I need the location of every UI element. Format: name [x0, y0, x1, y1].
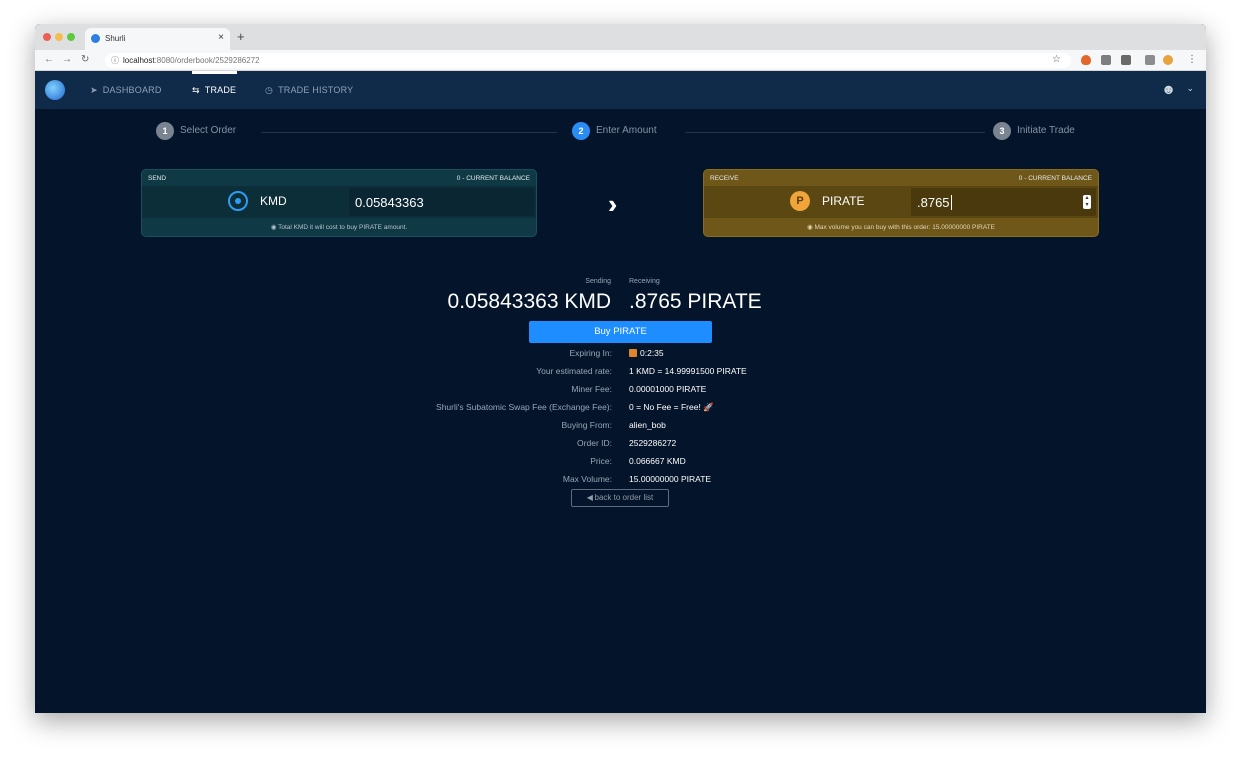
back-icon: ◀: [586, 493, 595, 502]
history-icon: ◷: [265, 85, 274, 95]
detail-key: Miner Fee:: [571, 384, 612, 394]
detail-key: Buying From:: [561, 420, 612, 430]
detail-row: Price: 0.066667 KMD: [35, 456, 1206, 474]
detail-key: Expiring In:: [569, 348, 612, 358]
detail-value: 2529286272: [629, 438, 677, 448]
buy-pirate-button[interactable]: Buy PIRATE: [529, 321, 712, 343]
nav-trade[interactable]: ⇆ TRADE: [192, 85, 236, 96]
browser-tab-bar: Shurli × +: [35, 24, 1206, 50]
detail-key: Max Volume:: [562, 474, 612, 484]
receive-header: RECEIVE: [710, 175, 739, 182]
back-arrow-icon[interactable]: ←: [44, 54, 54, 65]
sending-caption: Sending: [585, 278, 611, 285]
extension-icon[interactable]: [1101, 55, 1111, 65]
detail-key: Price:: [590, 456, 612, 466]
receive-coin-row: P PIRATE .8765 ▴ ▾: [704, 186, 1098, 218]
step-connector: [685, 132, 985, 133]
step-enter-amount: 2 Enter Amount: [572, 122, 657, 140]
send-amount-input[interactable]: 0.05843363: [349, 188, 534, 216]
tab-title: Shurli: [105, 34, 126, 43]
minimize-window-button[interactable]: [55, 33, 63, 41]
detail-value: 0:2:35: [629, 348, 664, 358]
swap-icon: ⇆: [192, 85, 200, 95]
back-to-order-list-button[interactable]: ◀ back to order list: [571, 489, 669, 507]
detail-row: Order ID: 2529286272: [35, 438, 1206, 456]
new-tab-button[interactable]: +: [237, 29, 245, 44]
send-note: ◉ Total KMD it will cost to buy PIRATE a…: [270, 224, 408, 231]
kebab-menu-icon[interactable]: ⋮: [1187, 54, 1197, 65]
app-navbar: ➤ DASHBOARD ⇆ TRADE ◷ TRADE HISTORY ☻ ⌄: [35, 71, 1206, 109]
shurli-favicon-icon: [91, 34, 100, 43]
step-connector: [261, 132, 557, 133]
active-nav-indicator: [192, 71, 237, 74]
detail-value: 0.00001000 PIRATE: [629, 384, 707, 394]
receive-balance: 0 - CURRENT BALANCE: [1018, 175, 1092, 182]
kmd-coin-icon: [228, 191, 248, 211]
detail-row: Your estimated rate: 1 KMD = 14.99991500…: [35, 366, 1206, 384]
send-panel: SEND 0 - CURRENT BALANCE KMD 0.05843363 …: [141, 169, 537, 237]
detail-row: Shurli's Subatomic Swap Fee (Exchange Fe…: [35, 402, 1206, 420]
brave-shield-icon[interactable]: [1081, 55, 1091, 65]
step-initiate-trade: 3 Initiate Trade: [993, 122, 1075, 140]
url-text: localhost:8080/orderbook/2529286272: [123, 56, 260, 65]
bookmark-star-icon[interactable]: ☆: [1052, 54, 1061, 65]
browser-toolbar: ← → ↻ ⓘ localhost:8080/orderbook/2529286…: [35, 50, 1206, 71]
receive-note: ◉ Max volume you can buy with this order…: [806, 224, 995, 231]
user-account-icon[interactable]: ☻: [1161, 81, 1176, 97]
detail-row: Miner Fee: 0.00001000 PIRATE: [35, 384, 1206, 402]
detail-key: Shurli's Subatomic Swap Fee (Exchange Fe…: [436, 402, 612, 412]
step-select-order: 1 Select Order: [156, 122, 236, 140]
receiving-amount: .8765 PIRATE: [629, 290, 762, 313]
forward-arrow-icon[interactable]: →: [62, 54, 72, 65]
send-coin-name: KMD: [260, 194, 287, 208]
detail-value: 1 KMD = 14.99991500 PIRATE: [629, 366, 747, 376]
detail-value: 0.066667 KMD: [629, 456, 686, 466]
browser-window: Shurli × + ← → ↻ ⓘ localhost:8080/orderb…: [35, 24, 1206, 713]
address-bar[interactable]: ⓘ localhost:8080/orderbook/2529286272 ☆: [105, 53, 1071, 68]
receive-coin-name: PIRATE: [822, 194, 865, 208]
receiving-caption: Receiving: [629, 278, 660, 285]
sending-amount: 0.05843363 KMD: [447, 290, 611, 313]
send-balance: 0 - CURRENT BALANCE: [456, 175, 530, 182]
browser-tab[interactable]: Shurli ×: [85, 28, 230, 50]
profile-avatar-icon[interactable]: [1163, 55, 1173, 65]
detail-key: Order ID:: [577, 438, 612, 448]
tab-close-icon[interactable]: ×: [218, 32, 224, 43]
send-coin-row: KMD 0.05843363: [142, 186, 536, 218]
hourglass-icon: [629, 349, 637, 357]
info-icon[interactable]: ⓘ: [111, 55, 119, 66]
double-chevron-right-icon: ››: [608, 189, 620, 219]
trade-steps: 1 Select Order 2 Enter Amount 3 Initiate Tr…: [35, 109, 1206, 154]
extension-2-icon[interactable]: [1121, 55, 1131, 65]
close-window-button[interactable]: [43, 33, 51, 41]
reading-list-icon[interactable]: [1145, 55, 1155, 65]
nav-dashboard[interactable]: ➤ DASHBOARD: [90, 85, 162, 96]
shurli-logo-icon[interactable]: [45, 80, 65, 100]
receive-amount-input[interactable]: .8765 ▴ ▾: [911, 188, 1096, 216]
detail-row: Expiring In: 0:2:35: [35, 348, 1206, 366]
nav-trade-history[interactable]: ◷ TRADE HISTORY: [265, 85, 353, 96]
number-stepper[interactable]: ▴ ▾: [1083, 195, 1091, 209]
detail-value: alien_bob: [629, 420, 666, 430]
receive-amount-value: .8765: [917, 195, 950, 210]
detail-value: 15.00000000 PIRATE: [629, 474, 712, 484]
detail-value: 0 = No Fee = Free! 🚀: [629, 402, 714, 412]
pirate-coin-icon: P: [790, 191, 810, 211]
rocket-icon: ➤: [90, 85, 98, 95]
reload-icon[interactable]: ↻: [81, 54, 89, 65]
receive-panel: RECEIVE 0 - CURRENT BALANCE P PIRATE .87…: [703, 169, 1099, 237]
maximize-window-button[interactable]: [67, 33, 75, 41]
send-header: SEND: [148, 175, 167, 182]
detail-key: Your estimated rate:: [536, 366, 612, 376]
detail-row: Buying From: alien_bob: [35, 420, 1206, 438]
chevron-down-icon[interactable]: ⌄: [1186, 83, 1194, 94]
info-icon: ◉: [270, 224, 279, 231]
